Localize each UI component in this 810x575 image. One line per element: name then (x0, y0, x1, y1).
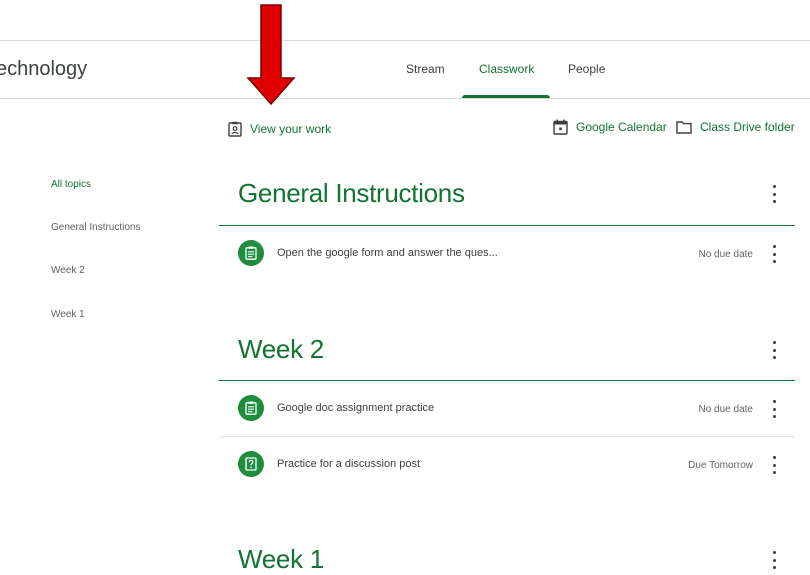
sidebar-item-all-topics[interactable]: All topics (51, 179, 91, 190)
class-title[interactable]: Technology (0, 58, 120, 81)
sidebar-item-general-instructions[interactable]: General Instructions (51, 222, 141, 233)
topic-title-week-1: Week 1 (238, 544, 324, 574)
topic-title-week-2: Week 2 (238, 334, 324, 364)
assignment-ind-icon (228, 121, 242, 137)
top-divider (0, 40, 810, 41)
topic-divider (219, 225, 795, 226)
tab-people[interactable]: People (568, 62, 605, 76)
sidebar-item-week-1[interactable]: Week 1 (51, 309, 85, 320)
calendar-icon (553, 119, 568, 135)
class-drive-folder-label: Class Drive folder (700, 120, 795, 134)
item-more-options-button[interactable] (769, 400, 779, 418)
due-date-label: No due date (698, 249, 754, 260)
tab-classwork[interactable]: Classwork (479, 62, 534, 76)
due-date-label: Due Tomorrow (688, 460, 753, 471)
topic-more-options-button[interactable] (769, 185, 779, 203)
tab-stream[interactable]: Stream (406, 62, 445, 76)
topic-more-options-button[interactable] (769, 341, 779, 359)
sidebar-item-week-2[interactable]: Week 2 (51, 265, 85, 276)
header-divider (0, 98, 810, 99)
red-arrow-annotation (246, 4, 296, 106)
item-more-options-button[interactable] (769, 245, 779, 263)
classwork-item-title[interactable]: Open the google form and answer the ques… (277, 247, 498, 259)
view-your-work-link[interactable]: View your work (228, 120, 331, 138)
due-date-label: No due date (698, 404, 754, 415)
folder-icon (676, 120, 692, 134)
classwork-item-title[interactable]: Practice for a discussion post (277, 458, 420, 470)
item-more-options-button[interactable] (769, 456, 779, 474)
google-calendar-label: Google Calendar (576, 120, 667, 134)
topic-more-options-button[interactable] (769, 551, 779, 569)
question-icon (238, 451, 264, 477)
topic-divider (219, 380, 795, 381)
topic-title-general-instructions: General Instructions (238, 178, 465, 208)
assignment-icon (238, 395, 264, 421)
view-your-work-label: View your work (250, 122, 332, 136)
class-title-text: Technology (0, 58, 88, 80)
class-drive-folder-link[interactable]: Class Drive folder (676, 118, 795, 136)
classwork-item-title[interactable]: Google doc assignment practice (277, 402, 434, 414)
assignment-icon (238, 240, 264, 266)
row-divider (219, 436, 795, 437)
google-calendar-link[interactable]: Google Calendar (553, 118, 667, 136)
